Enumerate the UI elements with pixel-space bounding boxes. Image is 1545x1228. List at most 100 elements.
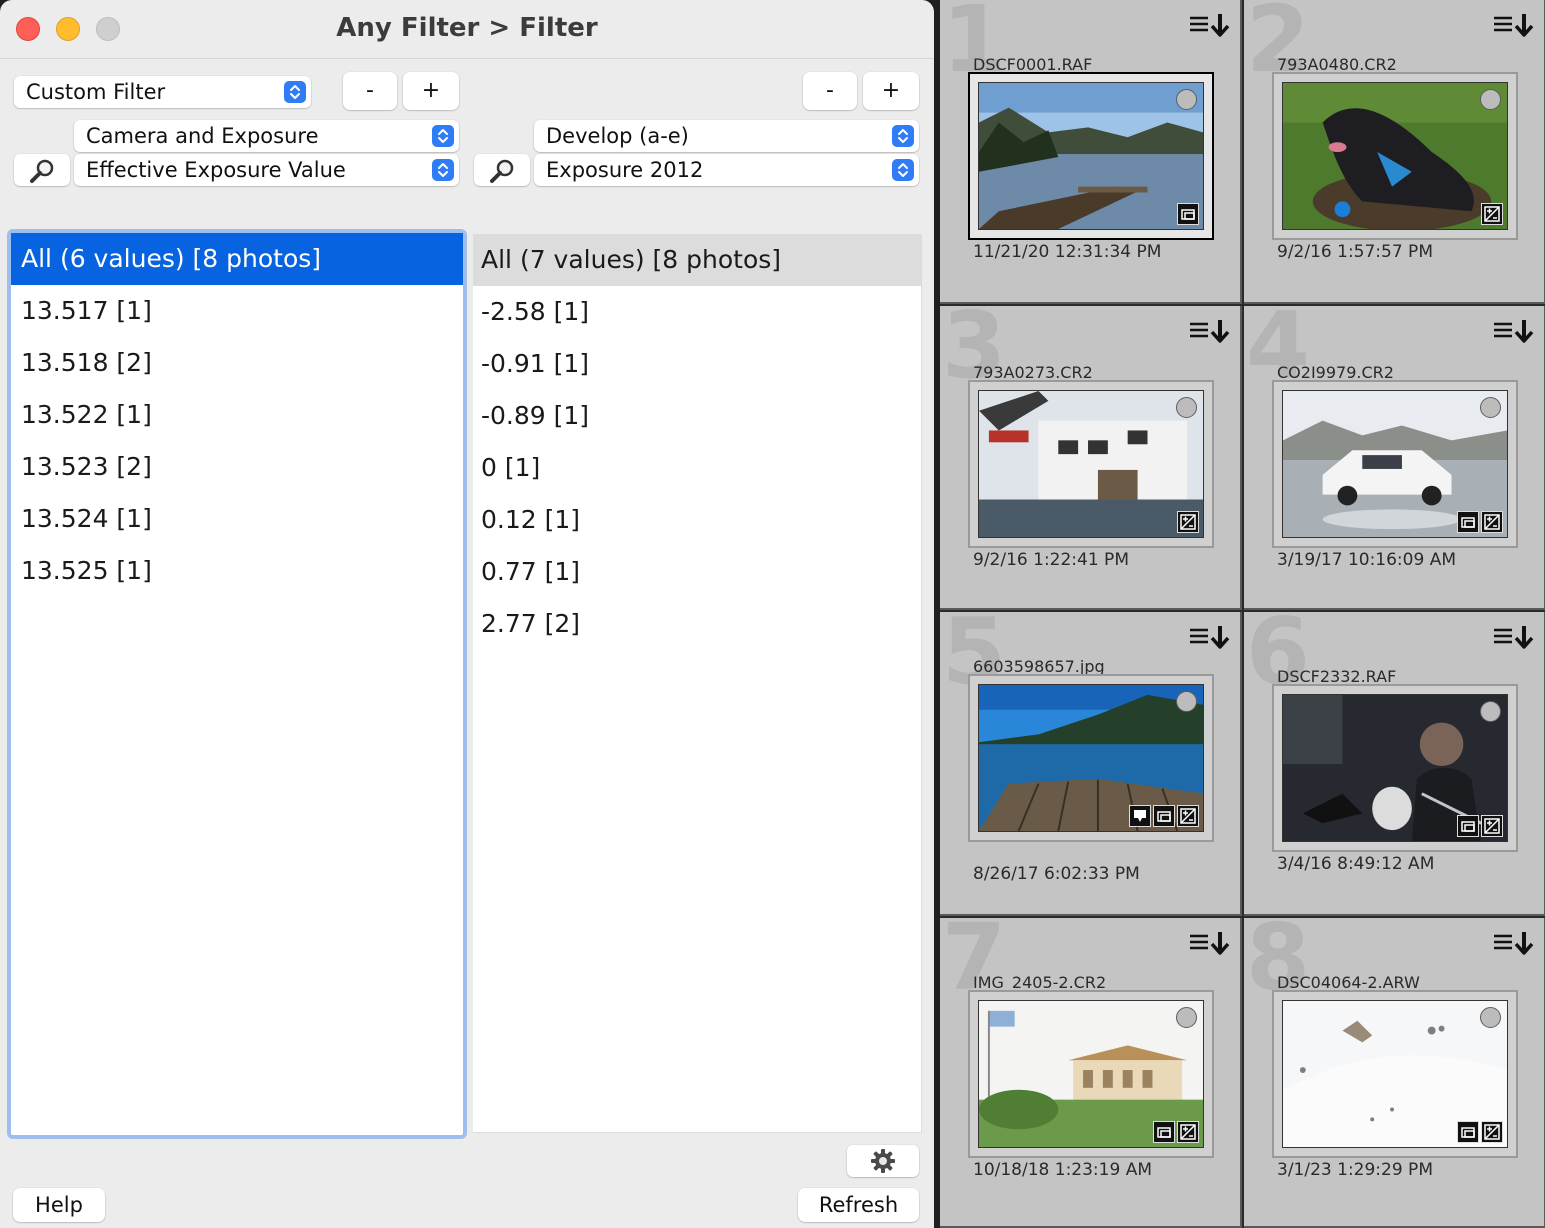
titlebar-divider <box>0 58 934 59</box>
thumbnail-frame[interactable] <box>1272 72 1518 240</box>
grid-cell[interactable]: 4 CO2I9979.CR2 3/19/17 10:16:09 AM <box>1244 306 1545 610</box>
grid-cell[interactable]: 1 DSCF0001.RAF 11/21/20 12:31:34 PM <box>940 0 1242 304</box>
preset-select[interactable]: Custom Filter <box>14 76 311 108</box>
settings-button[interactable] <box>847 1145 919 1177</box>
list-item[interactable]: -0.91 [1] <box>473 338 921 390</box>
grid-cell[interactable]: 8 DSC04064-2.ARW 3/1/23 1:29:29 PM <box>1244 918 1545 1228</box>
right-field-value: Exposure 2012 <box>546 158 704 182</box>
chevron-updown-icon <box>432 159 454 181</box>
flag-circle-icon[interactable] <box>1480 701 1501 722</box>
chevron-updown-icon <box>432 125 454 147</box>
grid-cell[interactable]: 5 6603598657.jpg 8/26/17 6:02:33 PM <box>940 612 1242 916</box>
flag-circle-icon[interactable] <box>1480 89 1501 110</box>
crop-badge-icon <box>1153 1121 1175 1143</box>
right-field-select[interactable]: Exposure 2012 <box>534 154 919 186</box>
thumbnail-frame[interactable] <box>968 72 1214 240</box>
thumbnail-frame[interactable] <box>968 380 1214 548</box>
cell-date: 9/2/16 1:22:41 PM <box>973 550 1129 570</box>
flag-circle-icon[interactable] <box>1176 691 1197 712</box>
photo-thumbnail[interactable] <box>978 82 1204 230</box>
comment-badge-icon <box>1129 805 1151 827</box>
photo-thumbnail[interactable] <box>978 1000 1204 1148</box>
list-item[interactable]: 2.77 [2] <box>473 598 921 650</box>
develop-badge-icon <box>1177 1121 1199 1143</box>
photo-thumbnail[interactable] <box>1282 390 1508 538</box>
right-category-select[interactable]: Develop (a-e) <box>534 120 919 152</box>
list-item[interactable]: 0 [1] <box>473 442 921 494</box>
right-add-column-button[interactable]: + <box>863 72 919 110</box>
list-item[interactable]: 13.517 [1] <box>11 285 463 337</box>
grid-cell[interactable]: 2 793A0480.CR2 9/2/16 1:57:57 PM <box>1244 0 1545 304</box>
list-item[interactable]: 13.522 [1] <box>11 389 463 441</box>
develop-badge-icon <box>1481 1121 1503 1143</box>
thumbnail-frame[interactable] <box>1272 990 1518 1158</box>
left-category-value: Camera and Exposure <box>86 124 319 148</box>
list-item[interactable]: 13.518 [2] <box>11 337 463 389</box>
thumbnail-frame[interactable] <box>968 990 1214 1158</box>
grid-cell[interactable]: 3 793A0273.CR2 9/2/16 1:22:41 PM <box>940 306 1242 610</box>
right-category-value: Develop (a-e) <box>546 124 689 148</box>
develop-badge-icon <box>1481 203 1503 225</box>
flag-circle-icon[interactable] <box>1176 89 1197 110</box>
photo-thumbnail[interactable] <box>1282 82 1508 230</box>
thumbnail-frame[interactable] <box>1272 380 1518 548</box>
crop-badge-icon <box>1457 815 1479 837</box>
sort-menu-icon[interactable] <box>1492 930 1536 956</box>
flag-circle-icon[interactable] <box>1480 397 1501 418</box>
refresh-button[interactable]: Refresh <box>798 1188 919 1222</box>
list-item[interactable]: 13.525 [1] <box>11 545 463 597</box>
list-item[interactable]: 0.77 [1] <box>473 546 921 598</box>
cell-date: 3/4/16 8:49:12 AM <box>1277 854 1435 874</box>
flag-circle-icon[interactable] <box>1176 397 1197 418</box>
photo-thumbnail[interactable] <box>978 684 1204 832</box>
right-values-list[interactable]: All (7 values) [8 photos] -2.58 [1] -0.9… <box>473 234 922 1133</box>
sort-menu-icon[interactable] <box>1492 12 1536 38</box>
list-item[interactable]: 13.523 [2] <box>11 441 463 493</box>
left-values-list[interactable]: All (6 values) [8 photos] 13.517 [1] 13.… <box>7 229 467 1139</box>
right-remove-column-button[interactable]: - <box>803 72 857 110</box>
list-item[interactable]: 13.524 [1] <box>11 493 463 545</box>
sort-menu-icon[interactable] <box>1188 12 1232 38</box>
right-search-button[interactable] <box>474 154 530 186</box>
list-item[interactable]: 0.12 [1] <box>473 494 921 546</box>
ship-photo <box>979 391 1203 537</box>
left-field-value: Effective Exposure Value <box>86 158 346 182</box>
left-remove-column-button[interactable]: - <box>343 72 397 110</box>
thumbnail-frame[interactable] <box>968 674 1214 842</box>
sort-menu-icon[interactable] <box>1188 930 1232 956</box>
left-category-select[interactable]: Camera and Exposure <box>74 120 459 152</box>
sort-menu-icon[interactable] <box>1188 318 1232 344</box>
thumbnail-frame[interactable] <box>1272 684 1518 852</box>
magnifier-icon <box>490 159 514 183</box>
chevron-updown-icon <box>892 125 914 147</box>
photo-thumbnail[interactable] <box>978 390 1204 538</box>
left-add-column-button[interactable]: + <box>403 72 459 110</box>
cell-date: 11/21/20 12:31:34 PM <box>973 242 1162 262</box>
crop-badge-icon <box>1457 1121 1479 1143</box>
sort-menu-icon[interactable] <box>1492 318 1536 344</box>
flag-circle-icon[interactable] <box>1176 1007 1197 1028</box>
left-search-button[interactable] <box>14 154 70 186</box>
photo-grid: 1 DSCF0001.RAF 11/21/20 12:31:34 PM 2 79… <box>940 0 1545 1228</box>
list-item[interactable]: -2.58 [1] <box>473 286 921 338</box>
left-field-select[interactable]: Effective Exposure Value <box>74 154 459 186</box>
chevron-updown-icon <box>284 81 306 103</box>
help-button[interactable]: Help <box>13 1188 105 1222</box>
magnifier-icon <box>30 159 54 183</box>
preset-select-value: Custom Filter <box>26 80 166 104</box>
photo-thumbnail[interactable] <box>1282 694 1508 842</box>
list-item[interactable]: -0.89 [1] <box>473 390 921 442</box>
grid-cell[interactable]: 7 IMG_2405-2.CR2 10/18/18 1:23:19 AM <box>940 918 1242 1228</box>
window-title: Any Filter > Filter <box>336 13 598 43</box>
flag-circle-icon[interactable] <box>1480 1007 1501 1028</box>
chevron-updown-icon <box>892 159 914 181</box>
any-filter-window: Any Filter > Filter Custom Filter - + - … <box>0 0 934 1228</box>
photo-thumbnail[interactable] <box>1282 1000 1508 1148</box>
list-item-all[interactable]: All (6 values) [8 photos] <box>11 233 463 285</box>
cell-date: 8/26/17 6:02:33 PM <box>973 864 1140 884</box>
list-item-all[interactable]: All (7 values) [8 photos] <box>473 234 921 286</box>
sort-menu-icon[interactable] <box>1492 624 1536 650</box>
cell-date: 9/2/16 1:57:57 PM <box>1277 242 1433 262</box>
sort-menu-icon[interactable] <box>1188 624 1232 650</box>
grid-cell[interactable]: 6 DSCF2332.RAF 3/4/16 8:49:12 AM <box>1244 612 1545 916</box>
